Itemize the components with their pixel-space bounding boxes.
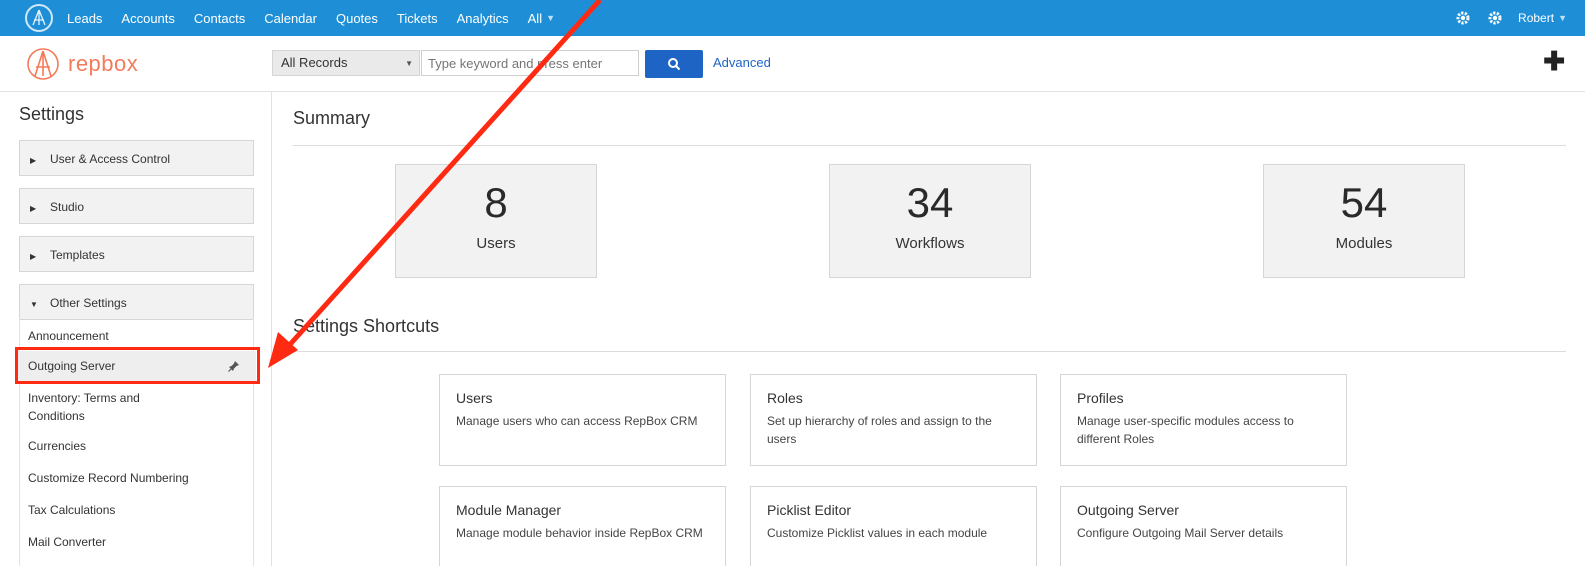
- card-title: Module Manager: [456, 502, 562, 518]
- shortcut-card-users[interactable]: Users Manage users who can access RepBox…: [439, 374, 726, 466]
- header-bar: repbox All Records ▼ Advanced ✚: [0, 36, 1585, 92]
- section-label: Studio: [50, 200, 85, 214]
- settings-shortcuts-title: Settings Shortcuts: [293, 316, 440, 336]
- caret-right-icon: ▶: [30, 156, 37, 165]
- section-label: User & Access Control: [50, 152, 171, 166]
- card-description: Configure Outgoing Mail Server details: [1077, 526, 1284, 540]
- summary-title: Summary: [293, 108, 371, 128]
- gear-icon[interactable]: [1454, 9, 1472, 27]
- card-description: Manage user-specific modules access to d…: [1077, 414, 1294, 446]
- sidebar-section-studio[interactable]: ▶ Studio: [19, 188, 254, 224]
- card-description: Customize Picklist values in each module: [767, 526, 988, 540]
- annotation-highlight-box: [15, 347, 260, 384]
- card-title: Outgoing Server: [1077, 502, 1179, 518]
- search-button[interactable]: [645, 50, 703, 78]
- sidebar-item-currencies[interactable]: Currencies: [28, 437, 86, 455]
- nav-item-tickets[interactable]: Tickets: [397, 11, 438, 26]
- nav-item-calendar[interactable]: Calendar: [264, 11, 317, 26]
- shortcut-card-outgoing-server[interactable]: Outgoing Server Configure Outgoing Mail …: [1060, 486, 1347, 566]
- card-description: Set up hierarchy of roles and assign to …: [767, 414, 992, 446]
- stat-label: Modules: [1335, 235, 1393, 252]
- settings-gear-icon[interactable]: [1486, 9, 1504, 27]
- search-scope-value: All Records: [281, 55, 348, 70]
- top-nav-right: Robert ▼: [1454, 0, 1585, 36]
- stat-users[interactable]: 8 Users: [395, 164, 597, 278]
- shortcuts-divider: [293, 351, 1566, 352]
- user-menu-name[interactable]: Robert: [1518, 11, 1554, 25]
- app-logo-icon[interactable]: [25, 4, 53, 32]
- sidebar-section-user-access-control[interactable]: ▶ User & Access Control: [19, 140, 254, 176]
- nav-item-all-dropdown[interactable]: All ▼: [528, 11, 555, 26]
- nav-item-leads[interactable]: Leads: [67, 11, 102, 26]
- nav-item-quotes[interactable]: Quotes: [336, 11, 378, 26]
- repbox-logo-icon: [27, 48, 59, 80]
- search-icon: [668, 58, 681, 71]
- card-title: Profiles: [1077, 390, 1124, 406]
- card-title: Users: [456, 390, 493, 406]
- shortcut-card-roles[interactable]: Roles Set up hierarchy of roles and assi…: [750, 374, 1037, 466]
- nav-item-accounts[interactable]: Accounts: [121, 11, 174, 26]
- stat-value: 54: [1340, 179, 1388, 226]
- shortcut-card-profiles[interactable]: Profiles Manage user-specific modules ac…: [1060, 374, 1347, 466]
- settings-sidebar: Settings ▶ User & Access Control ▶ Studio …: [0, 92, 272, 566]
- sidebar-item-tax-calculations[interactable]: Tax Calculations: [28, 501, 115, 519]
- sidebar-item-announcement[interactable]: Announcement: [28, 327, 109, 345]
- caret-right-icon: ▶: [30, 252, 37, 261]
- nav-all-label: All: [527, 10, 543, 26]
- section-label: Other Settings: [50, 296, 127, 310]
- caret-down-icon: ▼: [30, 300, 38, 309]
- chevron-down-icon: ▼: [546, 13, 556, 23]
- stat-workflows[interactable]: 34 Workflows: [829, 164, 1031, 278]
- stat-modules[interactable]: 54 Modules: [1263, 164, 1465, 278]
- card-description: Manage module behavior inside RepBox CRM: [456, 526, 703, 540]
- stat-label: Workflows: [895, 235, 965, 252]
- brand-name: repbox: [68, 51, 139, 76]
- sidebar-title: Settings: [19, 104, 85, 124]
- nav-item-contacts[interactable]: Contacts: [194, 11, 245, 26]
- sidebar-item-inventory-terms[interactable]: Inventory: Terms and Conditions: [28, 389, 158, 425]
- card-title: Roles: [767, 390, 803, 406]
- caret-right-icon: ▶: [30, 204, 37, 213]
- card-description: Manage users who can access RepBox CRM: [456, 414, 698, 428]
- card-title: Picklist Editor: [767, 502, 852, 518]
- stat-value: 34: [906, 179, 954, 226]
- search-scope-select[interactable]: All Records ▼: [272, 50, 420, 76]
- plus-icon[interactable]: ✚: [1543, 48, 1565, 74]
- advanced-search-link[interactable]: Advanced: [713, 55, 771, 70]
- stat-value: 8: [484, 179, 508, 226]
- brand-logo[interactable]: repbox: [26, 47, 138, 81]
- sidebar-section-templates[interactable]: ▶ Templates: [19, 236, 254, 272]
- summary-divider: [293, 145, 1566, 146]
- section-label: Templates: [50, 248, 105, 262]
- shortcut-card-module-manager[interactable]: Module Manager Manage module behavior in…: [439, 486, 726, 566]
- sidebar-item-mail-converter[interactable]: Mail Converter: [28, 533, 106, 551]
- user-chevron-down-icon[interactable]: ▼: [1558, 13, 1567, 23]
- sidebar-section-other-settings[interactable]: ▼ Other Settings: [19, 284, 254, 320]
- top-navigation-bar: Leads Accounts Contacts Calendar Quotes …: [0, 0, 1585, 36]
- shortcut-card-picklist-editor[interactable]: Picklist Editor Customize Picklist value…: [750, 486, 1037, 566]
- stat-label: Users: [476, 235, 516, 252]
- search-input[interactable]: [421, 50, 639, 76]
- chevron-down-icon: ▼: [405, 59, 413, 68]
- nav-item-analytics[interactable]: Analytics: [457, 11, 509, 26]
- sidebar-item-customize-record-numbering[interactable]: Customize Record Numbering: [28, 469, 189, 487]
